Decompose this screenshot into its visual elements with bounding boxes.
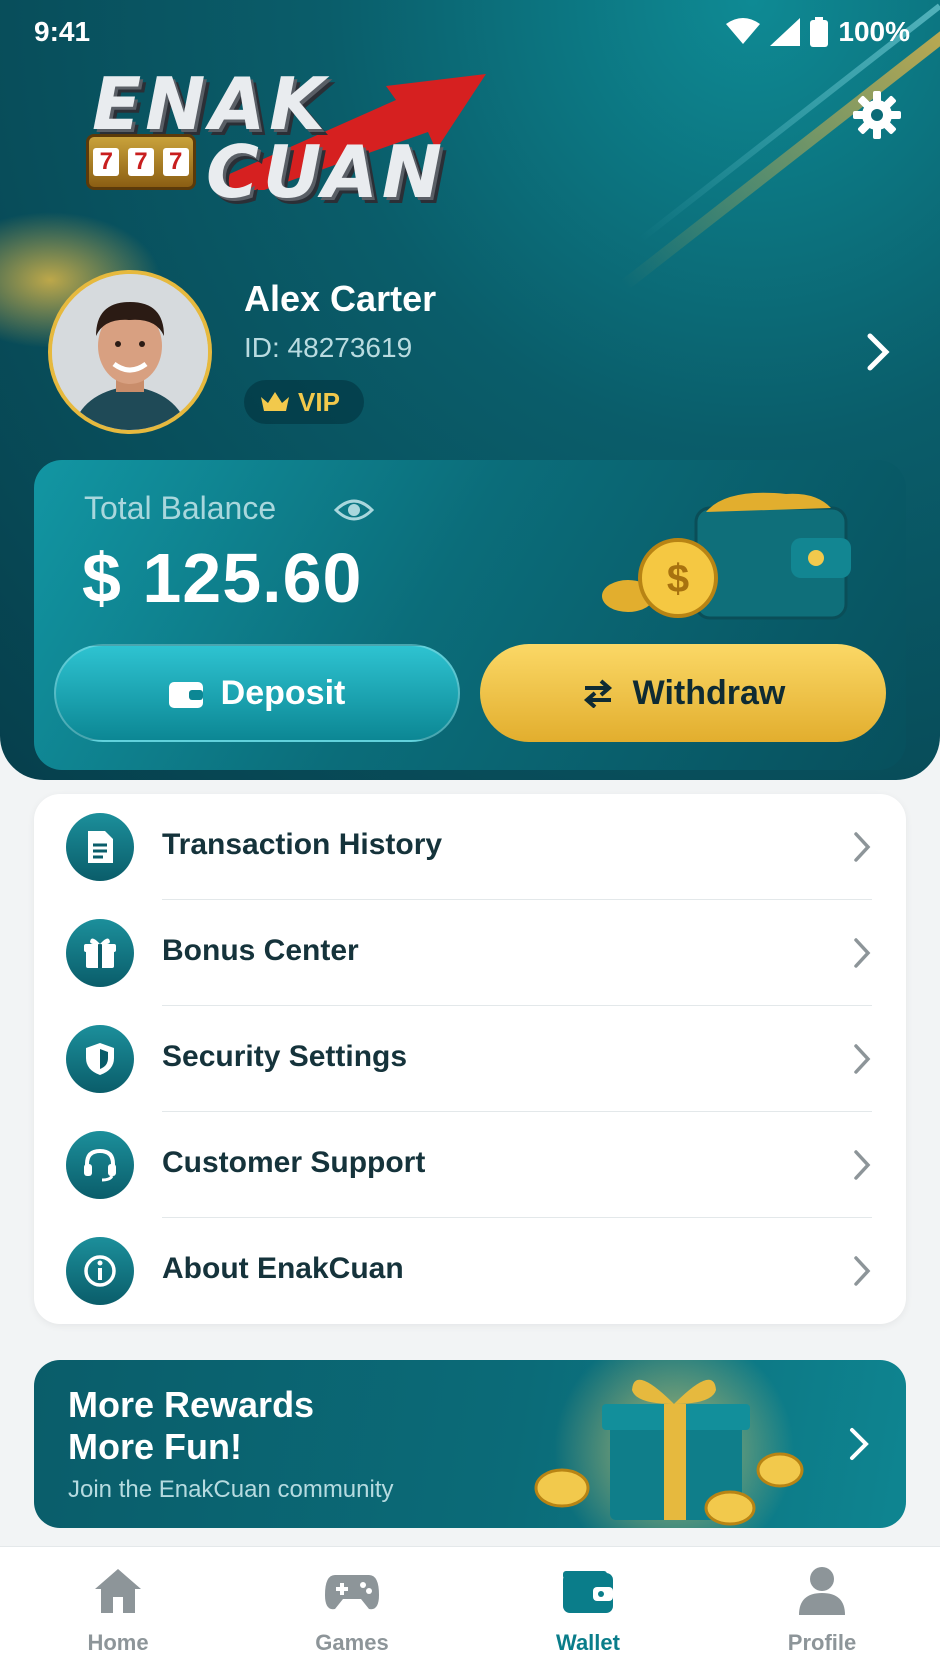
wallet-icon: [563, 1571, 613, 1613]
tab-label: Wallet: [556, 1630, 620, 1655]
menu-label: Security Settings: [162, 1040, 408, 1073]
menu-item-transaction-history[interactable]: Transaction History: [34, 794, 906, 900]
promo-title-line1: More Rewards: [68, 1384, 315, 1425]
menu-item-security-settings[interactable]: Security Settings: [34, 1006, 906, 1112]
signal-icon: [770, 18, 801, 46]
status-bar: 9:41 100%: [34, 14, 910, 50]
gamepad-icon: [325, 1575, 379, 1610]
battery-percent: 100%: [838, 16, 910, 47]
vip-label: VIP: [298, 386, 340, 417]
wallet-icon: [168, 682, 203, 708]
menu-item-customer-support[interactable]: Customer Support: [34, 1112, 906, 1218]
tab-profile[interactable]: Profile: [742, 1565, 902, 1656]
withdraw-button[interactable]: Withdraw: [480, 644, 886, 742]
eye-icon[interactable]: [334, 496, 374, 524]
menu-label: Transaction History: [162, 828, 443, 861]
gift-icon: [66, 919, 134, 987]
battery-icon: [810, 17, 829, 47]
tab-label: Profile: [787, 1630, 857, 1655]
profile-row[interactable]: Alex Carter ID: 48273619 VIP: [0, 240, 940, 440]
shield-icon: [66, 1025, 134, 1093]
bottom-tab-bar: Home Games Wallet Profile: [0, 1546, 940, 1672]
wifi-icon: [726, 18, 761, 44]
user-name: Alex Carter: [244, 278, 437, 319]
slot-digit: 7: [127, 148, 154, 176]
chevron-right-icon: [854, 832, 871, 862]
headset-icon: [66, 1131, 134, 1199]
vip-badge: VIP: [244, 380, 364, 424]
user-id: ID: 48273619: [244, 332, 413, 363]
balance-label: Total Balance: [84, 490, 277, 526]
logo-word-cuan: CUAN: [206, 130, 447, 214]
slot-digit: 7: [162, 148, 189, 176]
swap-arrows-icon: [583, 679, 612, 708]
tab-label: Games: [315, 1630, 389, 1655]
slot-machine-icon: 7 7 7: [86, 134, 196, 190]
menu-label: About EnakCuan: [162, 1252, 404, 1285]
menu-label: Customer Support: [162, 1146, 426, 1179]
rewards-promo-banner[interactable]: More Rewards More Fun! Join the EnakCuan…: [34, 1360, 906, 1528]
avatar[interactable]: [48, 270, 212, 434]
document-icon: [66, 813, 134, 881]
svg-text:$: $: [667, 557, 689, 601]
deposit-label: Deposit: [220, 673, 346, 712]
gift-box-illustration: [534, 1360, 804, 1528]
chevron-right-icon: [854, 938, 871, 968]
balance-amount: $ 125.60: [82, 539, 363, 617]
tab-wallet[interactable]: Wallet: [508, 1565, 668, 1656]
info-icon: [66, 1237, 134, 1305]
menu-item-bonus-center[interactable]: Bonus Center: [34, 900, 906, 1006]
chevron-right-icon[interactable]: [864, 332, 894, 372]
home-icon: [95, 1569, 141, 1613]
promo-subtitle: Join the EnakCuan community: [68, 1476, 394, 1503]
status-time: 9:41: [34, 16, 91, 47]
slot-digit: 7: [93, 148, 120, 176]
deposit-button[interactable]: Deposit: [54, 644, 460, 742]
avatar-illustration: [52, 274, 208, 430]
tab-label: Home: [87, 1630, 149, 1655]
menu-label: Bonus Center: [162, 934, 359, 967]
tab-home[interactable]: Home: [38, 1565, 198, 1656]
chevron-right-icon: [854, 1150, 871, 1180]
menu-item-about[interactable]: About EnakCuan: [34, 1218, 906, 1324]
gear-icon[interactable]: [852, 90, 902, 140]
chevron-right-icon: [854, 1256, 871, 1286]
crown-icon: [261, 392, 289, 411]
settings-menu: Transaction History Bonus Center Securit…: [34, 794, 906, 1324]
balance-card: Total Balance $ 125.60 $ Deposit Withdra…: [34, 460, 906, 770]
person-icon: [799, 1567, 845, 1615]
tab-games[interactable]: Games: [272, 1565, 432, 1656]
wallet-coins-illustration: $: [602, 492, 851, 620]
chevron-right-icon: [850, 1428, 869, 1460]
withdraw-label: Withdraw: [632, 673, 786, 712]
promo-title-line2: More Fun!: [68, 1426, 242, 1467]
enakcuan-logo: ENAK CUAN 7 7 7: [86, 62, 486, 214]
header: 9:41 100% ENAK CUAN 7 7 7 Alex Carter ID…: [0, 0, 940, 780]
chevron-right-icon: [854, 1044, 871, 1074]
